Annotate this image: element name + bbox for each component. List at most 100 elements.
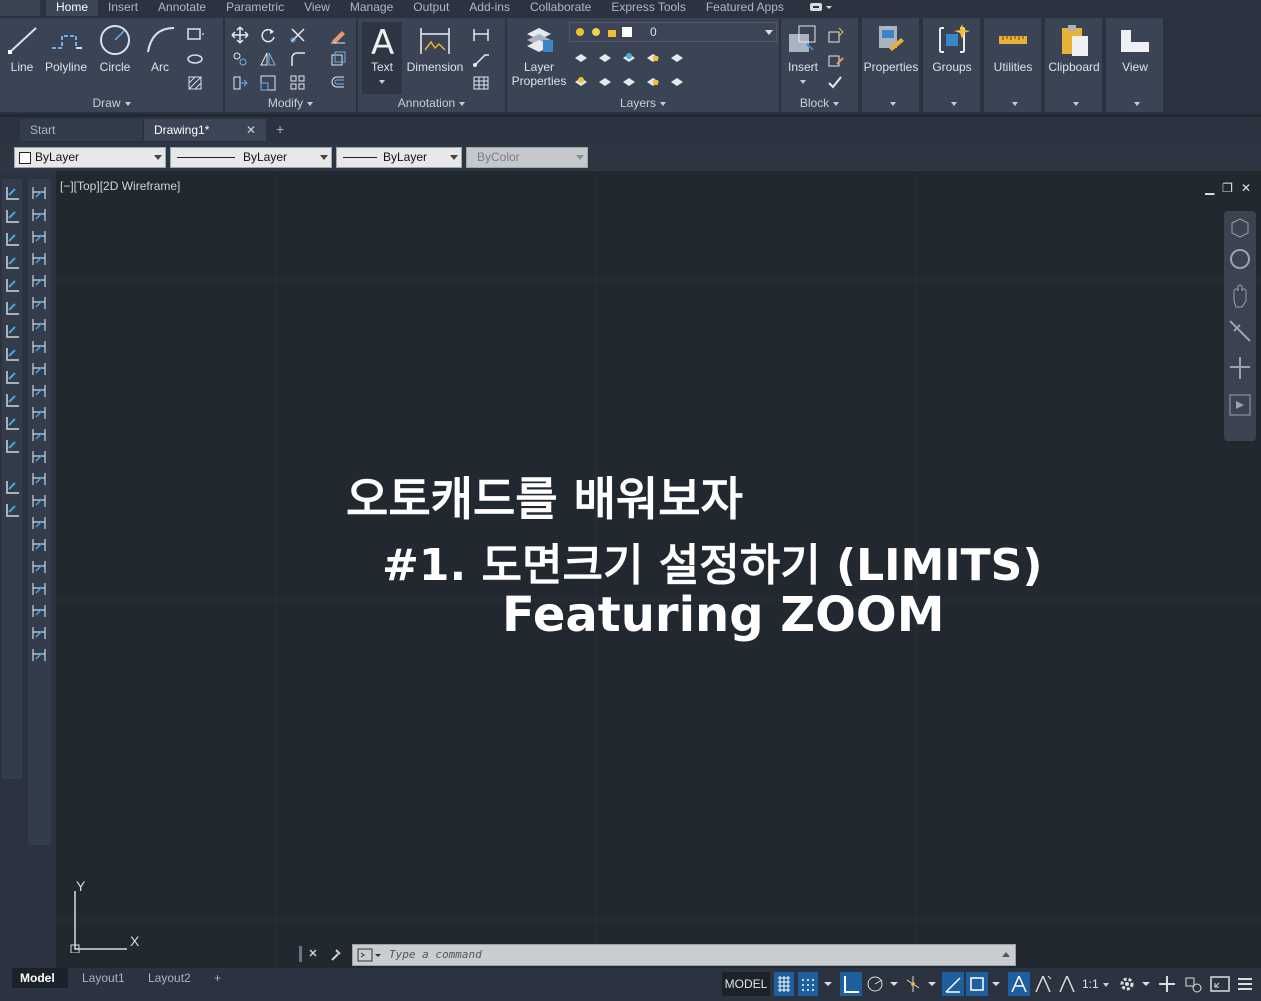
view-button[interactable]: View bbox=[1106, 22, 1164, 74]
hatch-icon[interactable] bbox=[186, 74, 204, 92]
snap-icon[interactable] bbox=[798, 972, 818, 996]
workspace-dropdown-icon[interactable] bbox=[1140, 972, 1152, 996]
isolate-objects-icon[interactable] bbox=[1182, 972, 1204, 996]
ucs-tool-icon[interactable] bbox=[4, 392, 20, 408]
layer-dropdown[interactable]: 0 bbox=[569, 22, 777, 42]
properties-panel[interactable]: Properties bbox=[862, 18, 920, 112]
start-tab[interactable]: Start bbox=[20, 119, 142, 141]
ucs-tool-icon[interactable] bbox=[4, 323, 20, 339]
dimension-tool-icon[interactable] bbox=[31, 361, 47, 377]
dimension-tool-icon[interactable] bbox=[31, 471, 47, 487]
clean-screen-icon[interactable] bbox=[1208, 972, 1232, 996]
model-space-button[interactable]: MODEL bbox=[722, 972, 770, 996]
modify-panel-title[interactable]: Modify bbox=[225, 96, 356, 110]
color-dropdown[interactable]: ByLayer bbox=[14, 147, 166, 168]
isodraft-icon[interactable] bbox=[902, 972, 924, 996]
block-attribute-icon[interactable] bbox=[827, 74, 845, 92]
dimension-tool-icon[interactable] bbox=[31, 251, 47, 267]
layout1-tab[interactable]: Layout1 bbox=[74, 968, 133, 988]
dimension-tool-icon[interactable] bbox=[31, 405, 47, 421]
model-tab[interactable]: Model bbox=[12, 968, 68, 988]
utilities-panel[interactable]: Utilities bbox=[984, 18, 1042, 112]
ortho-icon[interactable] bbox=[840, 972, 862, 996]
leader-icon[interactable] bbox=[472, 50, 490, 68]
ucs-tool-icon[interactable] bbox=[4, 277, 20, 293]
polar-dropdown-icon[interactable] bbox=[888, 972, 900, 996]
line-button[interactable]: Line bbox=[4, 22, 40, 74]
dimension-tool-icon[interactable] bbox=[31, 207, 47, 223]
ucs-tool-icon[interactable] bbox=[4, 369, 20, 385]
auto-scale-icon[interactable] bbox=[1032, 972, 1054, 996]
grid-icon[interactable] bbox=[774, 972, 794, 996]
app-menu-button[interactable] bbox=[0, 0, 40, 16]
workspace-gear-icon[interactable] bbox=[1116, 972, 1140, 996]
layer-properties-button[interactable]: Layer Properties bbox=[509, 22, 569, 88]
ucs-tool-icon[interactable] bbox=[4, 300, 20, 316]
tab-home[interactable]: Home bbox=[46, 0, 99, 16]
ucs-tool-icon[interactable] bbox=[4, 502, 20, 518]
ucs-tool-icon[interactable] bbox=[4, 415, 20, 431]
close-icon[interactable]: ✕ bbox=[1241, 181, 1251, 195]
command-history-icon[interactable] bbox=[1001, 950, 1011, 960]
viewport-controls-label[interactable]: [−][Top][2D Wireframe] bbox=[60, 179, 180, 193]
isodraft-dropdown-icon[interactable] bbox=[926, 972, 938, 996]
draw-panel-title[interactable]: Draw bbox=[0, 96, 223, 110]
move-icon[interactable] bbox=[231, 26, 249, 44]
rectangle-icon[interactable] bbox=[186, 26, 204, 44]
mirror-icon[interactable] bbox=[259, 50, 277, 68]
ucs-tool-icon[interactable] bbox=[4, 254, 20, 270]
clipboard-button[interactable]: Clipboard bbox=[1045, 22, 1103, 74]
view-panel[interactable]: View bbox=[1106, 18, 1164, 112]
layout2-tab[interactable]: Layout2 bbox=[140, 968, 199, 988]
insert-button[interactable]: Insert bbox=[783, 22, 823, 88]
dimension-tool-icon[interactable] bbox=[31, 493, 47, 509]
dimension-tool-icon[interactable] bbox=[31, 339, 47, 355]
groups-button[interactable]: Groups bbox=[923, 22, 981, 74]
ucs-tool-icon[interactable] bbox=[4, 479, 20, 495]
tab-insert[interactable]: Insert bbox=[98, 0, 148, 16]
tab-annotate[interactable]: Annotate bbox=[148, 0, 216, 16]
linetype-dropdown[interactable]: ByLayer bbox=[170, 147, 332, 168]
linear-dimension-icon[interactable] bbox=[472, 26, 490, 44]
annotation-panel-title[interactable]: Annotation bbox=[358, 96, 505, 110]
tab-add-ins[interactable]: Add-ins bbox=[459, 0, 520, 16]
dimension-tool-icon[interactable] bbox=[31, 559, 47, 575]
tab-collaborate[interactable]: Collaborate bbox=[520, 0, 601, 16]
dimension-tool-icon[interactable] bbox=[31, 295, 47, 311]
ucs-tool-icon[interactable] bbox=[4, 208, 20, 224]
circle-button[interactable]: Circle bbox=[94, 22, 136, 74]
new-tab-button[interactable]: + bbox=[276, 121, 284, 137]
dimension-tool-icon[interactable] bbox=[31, 647, 47, 663]
tab-parametric[interactable]: Parametric bbox=[216, 0, 294, 16]
command-input[interactable]: Type a command bbox=[352, 944, 1016, 966]
object-snap-dropdown-icon[interactable] bbox=[990, 972, 1002, 996]
trim-icon[interactable] bbox=[289, 26, 307, 44]
annotation-scale-icon[interactable] bbox=[1056, 972, 1078, 996]
layers-panel-title[interactable]: Layers bbox=[507, 96, 779, 110]
annotation-scale-value[interactable]: 1:1 bbox=[1082, 972, 1112, 996]
dimension-tool-icon[interactable] bbox=[31, 449, 47, 465]
ucs-tool-icon[interactable] bbox=[4, 185, 20, 201]
dimension-tool-icon[interactable] bbox=[31, 427, 47, 443]
polar-tracking-icon[interactable] bbox=[864, 972, 886, 996]
dimension-tool-icon[interactable] bbox=[31, 383, 47, 399]
lineweight-dropdown[interactable]: ByLayer bbox=[336, 147, 462, 168]
tab-output[interactable]: Output bbox=[403, 0, 459, 16]
annotation-visibility-icon[interactable] bbox=[1008, 972, 1030, 996]
create-block-icon[interactable] bbox=[827, 26, 845, 44]
offset-icon[interactable] bbox=[329, 74, 347, 92]
snap-dropdown-icon[interactable] bbox=[822, 972, 834, 996]
dimension-tool-icon[interactable] bbox=[31, 625, 47, 641]
dimension-tool-icon[interactable] bbox=[31, 273, 47, 289]
ucs-tool-icon[interactable] bbox=[4, 346, 20, 362]
customization-menu-icon[interactable] bbox=[1234, 972, 1256, 996]
scale-icon[interactable] bbox=[259, 74, 277, 92]
tab-view[interactable]: View bbox=[294, 0, 340, 16]
ellipse-icon[interactable] bbox=[186, 50, 204, 68]
fillet-icon[interactable] bbox=[289, 50, 307, 68]
tab-featured-apps[interactable]: Featured Apps bbox=[696, 0, 794, 16]
table-icon[interactable] bbox=[472, 74, 490, 92]
explode-icon[interactable] bbox=[329, 50, 347, 68]
erase-icon[interactable] bbox=[329, 26, 347, 44]
array-icon[interactable] bbox=[289, 74, 307, 92]
